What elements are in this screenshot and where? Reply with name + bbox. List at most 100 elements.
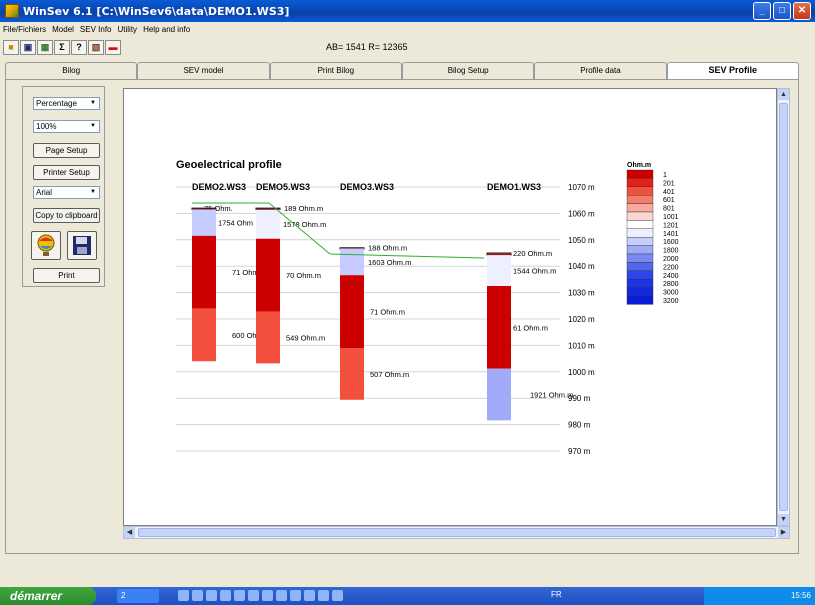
quicklaunch-icon[interactable] (234, 590, 245, 601)
elevation-label: 980 m (568, 421, 591, 430)
vertical-scroll-thumb[interactable] (779, 103, 788, 511)
close-button[interactable]: ✕ (793, 2, 811, 20)
elevation-label: 970 m (568, 447, 591, 456)
taskbar: démarrer 2 FR 15:56 (0, 587, 815, 605)
taskbar-window-group[interactable]: 2 (117, 589, 159, 603)
horizontal-scroll-thumb[interactable] (138, 528, 776, 537)
start-button[interactable]: démarrer (0, 587, 96, 605)
image-icon[interactable]: ▦ (37, 40, 53, 55)
quicklaunch-icon[interactable] (262, 590, 273, 601)
quicklaunch-icon[interactable] (290, 590, 301, 601)
menu-model[interactable]: Model (52, 25, 74, 34)
app-icon (5, 4, 19, 18)
open-folder-icon[interactable]: ■ (3, 40, 19, 55)
tab-profile-data[interactable]: Profile data (534, 62, 667, 79)
legend-swatch (626, 186, 654, 196)
profile-canvas: Geoelectrical profile 1070 m 1060 m 1050 m… (123, 88, 777, 526)
language-indicator[interactable]: FR (551, 590, 562, 599)
layer-resistivity-label: 71 Ohm.m (370, 308, 405, 317)
legend-label: 1401 (663, 231, 679, 238)
chevron-down-icon: ▼ (90, 100, 96, 106)
stop-icon[interactable]: ▬ (105, 40, 121, 55)
quicklaunch-icon[interactable] (248, 590, 259, 601)
system-tray: 15:56 (704, 587, 815, 605)
ab-readout: AB= 1541 R= 12365 (326, 42, 408, 52)
sounding-name: DEMO5.WS3 (256, 182, 310, 192)
menu-help[interactable]: Help and info (143, 25, 190, 34)
help-pointer-icon[interactable]: ? (71, 40, 87, 55)
clipboard-icon[interactable]: ▧ (88, 40, 104, 55)
balloon-button[interactable] (31, 231, 61, 260)
layer-resistivity-label: 507 Ohm.m (370, 370, 409, 379)
font-value: Arial (36, 188, 53, 197)
elevation-label: 1020 m (568, 315, 595, 324)
chevron-down-icon: ▼ (90, 123, 96, 129)
layer-resistivity-label: 1921 Ohm.m (530, 391, 573, 400)
legend-label: 2400 (663, 273, 679, 280)
sounding-name: DEMO1.WS3 (487, 182, 541, 192)
elevation-label: 1030 m (568, 289, 595, 298)
legend-label: 1600 (663, 239, 679, 246)
quicklaunch-icon[interactable] (206, 590, 217, 601)
title-bar: WinSev 6.1 [C:\WinSev6\data\DEMO1.WS3] _… (0, 0, 815, 22)
quicklaunch-icon[interactable] (276, 590, 287, 601)
zoom-value: 100% (36, 122, 57, 131)
resistivity-layer (192, 235, 216, 309)
tab-bilog[interactable]: Bilog (5, 62, 138, 79)
copy-clipboard-button[interactable]: Copy to clipboard (33, 208, 100, 223)
horizontal-scrollbar[interactable]: ◀ ▶ (123, 526, 790, 539)
tab-sev-model[interactable]: SEV model (137, 62, 270, 79)
legend-swatch (626, 245, 654, 255)
profile-plot: Geoelectrical profile 1070 m 1060 m 1050 m… (176, 159, 679, 456)
layer-resistivity-label: 188 Ohm.m (368, 244, 407, 253)
sounding-name: DEMO3.WS3 (340, 182, 394, 192)
vertical-scrollbar[interactable]: ▲ ▼ (777, 88, 790, 526)
tab-bilog-setup[interactable]: Bilog Setup (401, 62, 535, 79)
quicklaunch-icon[interactable] (192, 590, 203, 601)
print-button[interactable]: Print (33, 268, 100, 283)
menu-utility[interactable]: Utility (118, 25, 138, 34)
quicklaunch-icon[interactable] (318, 590, 329, 601)
legend-label: 1201 (663, 222, 679, 229)
printer-setup-button[interactable]: Printer Setup (33, 165, 100, 180)
save-disk-button[interactable] (67, 231, 97, 260)
elevation-label: 1010 m (568, 341, 595, 350)
scroll-down-icon[interactable]: ▼ (778, 514, 789, 525)
legend-swatch (626, 220, 654, 229)
window-controls: _ □ ✕ (753, 2, 811, 20)
tab-print-bilog[interactable]: Print Bilog (269, 62, 402, 79)
legend-label: 2200 (663, 264, 679, 271)
resistivity-layer (192, 209, 216, 236)
scroll-right-icon[interactable]: ▶ (778, 527, 789, 538)
correlation-line (192, 202, 485, 259)
legend-swatch (626, 295, 654, 305)
resistivity-layer (340, 275, 364, 349)
scroll-up-icon[interactable]: ▲ (778, 89, 789, 100)
scroll-left-icon[interactable]: ◀ (124, 527, 135, 538)
sigma-icon[interactable]: Σ (54, 40, 70, 55)
save-icon[interactable]: ▣ (20, 40, 36, 55)
clock: 15:56 (790, 591, 811, 600)
layer-resistivity-label: 61 Ohm.m (513, 323, 548, 332)
window-title: WinSev 6.1 [C:\WinSev6\data\DEMO1.WS3] (23, 4, 290, 18)
minimize-button[interactable]: _ (753, 2, 771, 20)
font-select[interactable]: Arial ▼ (33, 186, 100, 199)
legend-label: 3200 (663, 298, 679, 305)
legend-swatch (626, 236, 654, 246)
quicklaunch-icon[interactable] (220, 590, 231, 601)
zoom-select[interactable]: 100% ▼ (33, 120, 100, 133)
maximize-button[interactable]: □ (773, 2, 791, 20)
scale-mode-select[interactable]: Percentage ▼ (33, 97, 100, 110)
legend-label: 2000 (663, 256, 679, 263)
legend-swatch (626, 178, 654, 188)
menu-file[interactable]: File/Fichiers (3, 25, 46, 34)
quicklaunch-icon[interactable] (178, 590, 189, 601)
tab-sev-profile[interactable]: SEV Profile (666, 62, 799, 79)
page-setup-button[interactable]: Page Setup (33, 143, 100, 158)
menu-sev-info[interactable]: SEV Info (80, 25, 112, 34)
quicklaunch-icon[interactable] (332, 590, 343, 601)
floppy-disk-icon (73, 236, 91, 255)
resistivity-layer (487, 368, 511, 421)
tab-strip: Bilog SEV model Print Bilog Bilog Setup … (5, 62, 799, 79)
quicklaunch-icon[interactable] (304, 590, 315, 601)
